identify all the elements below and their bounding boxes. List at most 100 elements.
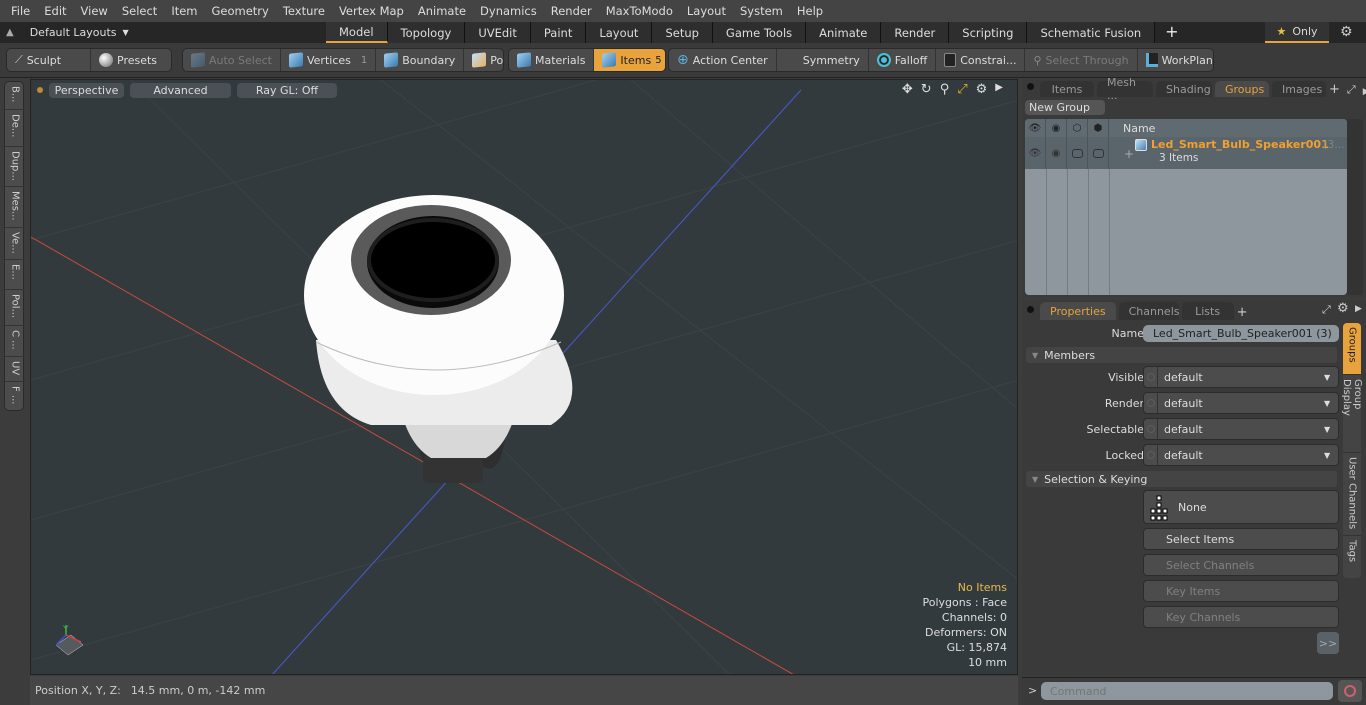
- lock-column-icon[interactable]: ⬡: [1067, 119, 1088, 137]
- tab-layout[interactable]: Layout: [586, 22, 653, 43]
- add-tab-button[interactable]: +: [1165, 22, 1178, 43]
- left-tab-edge[interactable]: E...: [5, 260, 25, 290]
- render-radio[interactable]: [1146, 399, 1155, 407]
- menu-help[interactable]: Help: [790, 4, 830, 18]
- tab-channels[interactable]: Channels: [1118, 302, 1180, 320]
- locked-dropdown[interactable]: default ▼: [1143, 444, 1339, 466]
- key-channels-button[interactable]: Key Channels: [1143, 606, 1339, 628]
- props-menu-arrow-icon[interactable]: ▶: [1355, 304, 1362, 314]
- viewport-expand-icon[interactable]: ▶: [995, 82, 1003, 97]
- visibility-column-icon[interactable]: 👁: [1025, 119, 1046, 137]
- menu-dynamics[interactable]: Dynamics: [473, 4, 544, 18]
- menu-animate[interactable]: Animate: [411, 4, 473, 18]
- tab-model[interactable]: Model: [326, 22, 388, 43]
- group-name[interactable]: Led_Smart_Bulb_Speaker001: [1151, 138, 1329, 151]
- tab-schematic-fusion[interactable]: Schematic Fusion: [1027, 22, 1156, 43]
- collapse-up-icon[interactable]: ▲: [6, 27, 14, 38]
- tab-uvedit[interactable]: UVEdit: [465, 22, 531, 43]
- new-group-button[interactable]: New Group: [1025, 100, 1105, 115]
- menu-maxtomodo[interactable]: MaxToModo: [599, 4, 680, 18]
- select-through-button[interactable]: ⚲ Select Through: [1025, 49, 1138, 71]
- left-tab-uv[interactable]: UV: [5, 357, 25, 382]
- select-column-icon[interactable]: ⬢: [1088, 119, 1109, 137]
- tab-scripting[interactable]: Scripting: [949, 22, 1028, 43]
- left-tab-vertex[interactable]: Ve...: [5, 228, 25, 260]
- menu-texture[interactable]: Texture: [276, 4, 332, 18]
- rotate-view-icon[interactable]: ↻: [921, 82, 932, 97]
- select-items-button[interactable]: Select Items: [1143, 528, 1339, 550]
- move-view-icon[interactable]: ✥: [902, 82, 913, 97]
- row-select-toggle[interactable]: [1088, 137, 1109, 169]
- render-dropdown[interactable]: default ▼: [1143, 392, 1339, 414]
- tab-images[interactable]: Images: [1272, 81, 1326, 97]
- left-tab-deform[interactable]: De...: [5, 110, 25, 147]
- tab-items[interactable]: Items: [1040, 81, 1094, 97]
- presets-button[interactable]: Presets: [91, 49, 165, 71]
- tab-mesh[interactable]: Mesh ...: [1097, 76, 1153, 102]
- left-tab-curve[interactable]: C ...: [5, 326, 25, 357]
- menu-view[interactable]: View: [74, 4, 115, 18]
- zoom-view-icon[interactable]: ⚲: [940, 82, 950, 97]
- tab-setup[interactable]: Setup: [652, 22, 713, 43]
- vertices-button[interactable]: Vertices 1: [281, 49, 377, 71]
- selectable-dropdown[interactable]: default ▼: [1143, 418, 1339, 440]
- menu-render[interactable]: Render: [544, 4, 599, 18]
- group-row[interactable]: 👁 ◉ + Led_Smart_Bulb_Speaker001 (3... 3 …: [1025, 137, 1347, 169]
- maximize-view-icon[interactable]: ⤢: [957, 82, 967, 97]
- tab-lists[interactable]: Lists: [1181, 302, 1234, 320]
- select-channels-button[interactable]: Select Channels: [1143, 554, 1339, 576]
- selection-keying-section[interactable]: ▼ Selection & Keying: [1026, 471, 1337, 487]
- record-macro-button[interactable]: [1338, 680, 1362, 702]
- side-tab-tags[interactable]: Tags: [1343, 536, 1361, 576]
- shading-mode-button[interactable]: Advanced: [130, 82, 231, 98]
- left-tab-mesh-edit[interactable]: Mes...: [5, 187, 25, 228]
- groups-scrollbar[interactable]: [1347, 119, 1363, 295]
- gear-icon[interactable]: ⚙: [1340, 24, 1353, 40]
- selectable-radio[interactable]: [1146, 425, 1155, 433]
- tab-groups[interactable]: Groups: [1215, 81, 1269, 97]
- row-visibility-icon[interactable]: 👁: [1025, 137, 1046, 169]
- left-tab-duplicate[interactable]: Dup...: [5, 147, 25, 187]
- add-panel-tab-button[interactable]: +: [1329, 82, 1340, 97]
- sculpt-button[interactable]: ⟋ Sculpt: [7, 49, 91, 71]
- menu-layout[interactable]: Layout: [680, 4, 733, 18]
- more-button[interactable]: >>: [1317, 632, 1339, 654]
- raygl-button[interactable]: Ray GL: Off: [237, 82, 337, 98]
- menu-select[interactable]: Select: [115, 4, 164, 18]
- side-tab-user-channels[interactable]: User Channels: [1343, 453, 1361, 536]
- side-tab-group-display[interactable]: Group Display: [1341, 375, 1363, 453]
- tab-properties[interactable]: Properties: [1040, 302, 1116, 320]
- falloff-button[interactable]: Falloff: [869, 49, 937, 71]
- only-button[interactable]: ★ Only: [1265, 22, 1329, 43]
- polygons-button[interactable]: Polygons: [464, 49, 503, 71]
- menu-item[interactable]: Item: [164, 4, 204, 18]
- visible-radio[interactable]: [1146, 373, 1155, 381]
- tab-game-tools[interactable]: Game Tools: [712, 22, 807, 43]
- expand-group-icon[interactable]: +: [1124, 147, 1134, 161]
- 3d-viewport[interactable]: Y Perspective Advanced Ray GL: Off ✥ ↻ ⚲…: [30, 79, 1018, 675]
- side-tab-groups[interactable]: Groups: [1343, 323, 1361, 375]
- render-column-icon[interactable]: ◉: [1046, 119, 1067, 137]
- props-gear-icon[interactable]: ⚙: [1337, 301, 1349, 316]
- add-props-tab-button[interactable]: +: [1237, 305, 1248, 320]
- menu-vertex-map[interactable]: Vertex Map: [332, 4, 411, 18]
- tab-render[interactable]: Render: [881, 22, 950, 43]
- expand-props-icon[interactable]: ⤢: [1322, 303, 1331, 317]
- items-button[interactable]: Items 5: [594, 49, 665, 71]
- key-items-button[interactable]: Key Items: [1143, 580, 1339, 602]
- layout-selector[interactable]: ▲ Default Layouts ▼: [6, 22, 129, 43]
- view-mode-button[interactable]: Perspective: [49, 82, 124, 98]
- row-lock-toggle[interactable]: [1067, 137, 1088, 169]
- viewport-options-dot[interactable]: [37, 87, 43, 93]
- constraints-button[interactable]: Constrai...: [936, 49, 1026, 71]
- auto-select-button[interactable]: Auto Select: [183, 49, 281, 71]
- menu-edit[interactable]: Edit: [37, 4, 73, 18]
- boundary-button[interactable]: Boundary: [376, 49, 465, 71]
- left-tab-fusion[interactable]: F ...: [5, 382, 25, 410]
- locked-radio[interactable]: [1146, 451, 1155, 459]
- left-tab-basic[interactable]: B...: [5, 82, 25, 110]
- left-tab-polygon[interactable]: Pol...: [5, 290, 25, 326]
- command-input[interactable]: [1041, 682, 1333, 700]
- tab-shading[interactable]: Shading: [1156, 81, 1212, 97]
- symmetry-button[interactable]: Symmetry: [777, 49, 869, 71]
